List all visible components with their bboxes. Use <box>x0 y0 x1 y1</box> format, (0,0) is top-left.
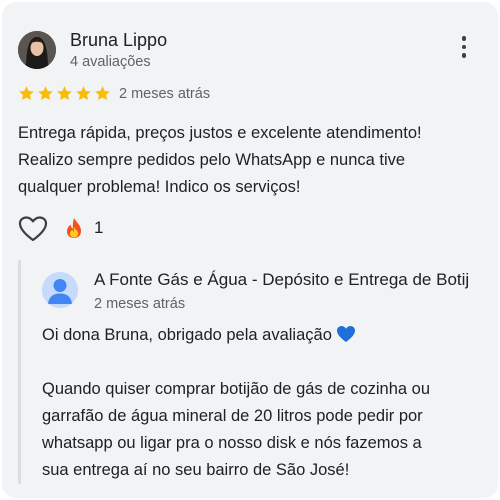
star-rating <box>18 85 111 103</box>
avatar-photo <box>18 31 56 69</box>
fire-emoji-icon <box>67 218 81 238</box>
person-icon <box>42 272 78 308</box>
reviewer-review-count: 4 avaliações <box>70 54 151 70</box>
reaction-count: 1 <box>94 218 104 237</box>
like-button[interactable] <box>18 215 48 243</box>
owner-avatar[interactable] <box>42 272 78 308</box>
more-vert-icon-dot <box>461 36 467 41</box>
star-icon <box>95 86 110 101</box>
more-vert-icon-dot <box>461 44 467 49</box>
review-text: Entrega rápida, preços justos e excelent… <box>18 120 488 201</box>
star-icon <box>38 86 53 101</box>
reply-body-line: sua entrega aí no seu bairro de São José… <box>42 461 350 479</box>
more-vert-icon-dot <box>461 53 467 58</box>
owner-reply-date: 2 meses atrás <box>94 296 186 312</box>
more-options-button[interactable] <box>457 36 471 62</box>
reaction-chip[interactable]: 1 <box>64 217 103 239</box>
heart-outline-icon <box>18 216 48 242</box>
review-text-line: Realizo sempre pedidos pelo WhatsApp e n… <box>18 151 406 169</box>
blue-heart-emoji-icon <box>336 326 355 342</box>
reply-divider <box>18 260 21 484</box>
review-text-line: qualquer problema! Indico os serviços! <box>18 178 301 196</box>
owner-reply-text: Oi dona Bruna, obrigado pela avaliação Q… <box>42 322 498 484</box>
reply-body-line: garrafão de água mineral de 20 litros po… <box>42 407 423 425</box>
reply-body-line: whatsapp ou ligar pra o nosso disk e nós… <box>42 434 422 452</box>
star-icon <box>76 86 91 101</box>
owner-name[interactable]: A Fonte Gás e Água - Depósito e Entrega … <box>94 270 469 290</box>
star-icon <box>19 86 34 101</box>
star-icon <box>57 86 72 101</box>
avatar[interactable] <box>18 31 56 69</box>
reply-body-line: Quando quiser comprar botijão de gás de … <box>42 380 430 398</box>
reply-greeting-line: Oi dona Bruna, obrigado pela avaliação <box>42 322 498 349</box>
review-date: 2 meses atrás <box>119 86 211 102</box>
reply-blank-line <box>42 349 498 376</box>
review-text-line: Entrega rápida, preços justos e excelent… <box>18 124 422 142</box>
reviewer-name[interactable]: Bruna Lippo <box>70 30 167 51</box>
reply-greeting: Oi dona Bruna, obrigado pela avaliação <box>42 326 332 344</box>
review-card: Bruna Lippo 4 avaliações 2 meses atrás E… <box>2 2 498 498</box>
